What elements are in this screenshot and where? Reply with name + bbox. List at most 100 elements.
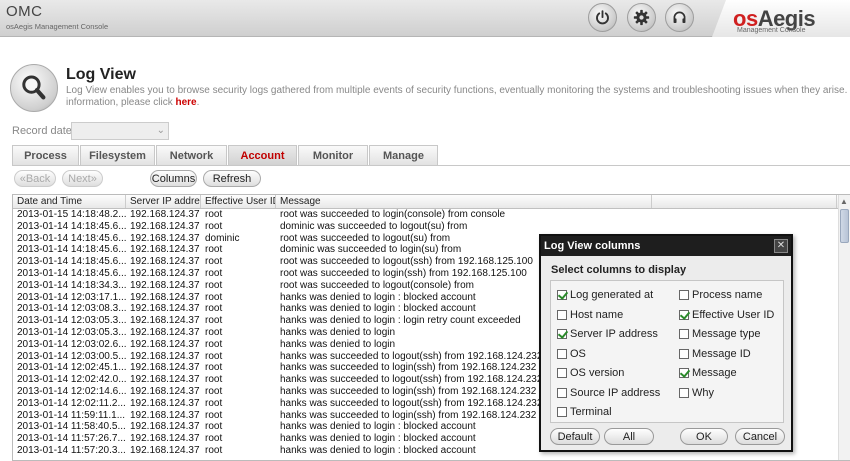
close-icon: ✕ xyxy=(776,240,786,251)
checkbox-host-name[interactable] xyxy=(557,309,567,320)
tab-manage[interactable]: Manage xyxy=(369,145,438,165)
table-cell: root xyxy=(205,315,223,327)
cancel-button[interactable]: Cancel xyxy=(735,428,785,445)
table-cell: 192.168.124.37 xyxy=(130,421,200,433)
record-date-select[interactable]: ⌄ xyxy=(71,122,169,140)
column-header-date[interactable]: Date and Time xyxy=(13,195,126,208)
table-cell: 192.168.124.37 xyxy=(130,374,200,386)
refresh-button[interactable]: Refresh xyxy=(203,170,261,187)
tab-process[interactable]: Process xyxy=(12,145,79,165)
table-cell: root xyxy=(205,350,223,362)
option-message[interactable]: Message xyxy=(679,367,737,379)
option-why[interactable]: Why xyxy=(679,387,714,399)
checkbox-effective-user-id[interactable] xyxy=(679,309,689,320)
checkbox-why[interactable] xyxy=(679,387,689,398)
option-label: Why xyxy=(692,386,714,399)
option-server-ip-address[interactable]: Server IP address xyxy=(557,328,658,340)
table-cell: 192.168.124.37 xyxy=(130,291,200,303)
table-cell: root xyxy=(205,338,223,350)
option-label: OS xyxy=(570,347,586,360)
option-effective-user-id[interactable]: Effective User ID xyxy=(679,309,774,321)
option-label: Process name xyxy=(692,289,763,301)
table-cell: root xyxy=(205,421,223,433)
option-source-ip-address[interactable]: Source IP address xyxy=(557,387,660,399)
power-button[interactable] xyxy=(588,3,617,32)
tab-network[interactable]: Network xyxy=(156,145,227,165)
table-cell: 192.168.124.37 xyxy=(130,267,200,279)
log-view-icon xyxy=(10,64,58,112)
table-cell: root xyxy=(205,256,223,268)
checkbox-process-name[interactable] xyxy=(679,290,689,300)
option-process-name[interactable]: Process name xyxy=(679,289,762,301)
all-button[interactable]: All xyxy=(604,428,654,445)
table-cell: 2013-01-14 12:02:45.1... xyxy=(17,362,126,374)
column-header-user-id[interactable]: Effective User ID xyxy=(201,195,276,208)
table-row[interactable]: 2013-01-14 14:18:45.6... 192.168.124.37 ro… xyxy=(13,221,850,233)
table-cell: 2013-01-14 12:03:00.5... xyxy=(17,350,126,362)
option-terminal[interactable]: Terminal xyxy=(557,406,612,418)
checkbox-server-ip-address[interactable] xyxy=(557,329,567,339)
checkbox-log-generated-at[interactable] xyxy=(557,290,567,300)
option-os[interactable]: OS xyxy=(557,348,586,360)
settings-button[interactable] xyxy=(627,3,656,32)
back-button[interactable]: «Back xyxy=(14,170,56,187)
table-row[interactable]: 2013-01-15 14:18:48.2... 192.168.124.37 ro… xyxy=(13,209,850,221)
table-cell: 2013-01-14 14:18:34.3... xyxy=(17,279,126,291)
table-cell: root xyxy=(205,374,223,386)
table-cell: root xyxy=(205,267,223,279)
record-date-label: Record date xyxy=(12,125,72,137)
table-cell: 192.168.124.37 xyxy=(130,362,200,374)
column-header-server-ip[interactable]: Server IP address xyxy=(126,195,201,208)
checkbox-source-ip-address[interactable] xyxy=(557,387,567,398)
option-message-type[interactable]: Message type xyxy=(679,328,760,340)
option-label: Effective User ID xyxy=(692,308,775,321)
tab-bar: Process Filesystem Network Account Monit… xyxy=(12,145,439,165)
magnifier-icon xyxy=(22,75,46,100)
checkbox-message-id[interactable] xyxy=(679,348,689,359)
table-cell: 192.168.124.37 xyxy=(130,232,200,244)
table-cell: root xyxy=(205,362,223,374)
tab-monitor[interactable]: Monitor xyxy=(298,145,368,165)
dialog-close-button[interactable]: ✕ xyxy=(774,239,788,253)
dialog-title-bar[interactable]: Log View columns ✕ xyxy=(541,236,791,256)
ok-button[interactable]: OK xyxy=(680,428,728,445)
next-button[interactable]: Next» xyxy=(62,170,103,187)
default-button[interactable]: Default xyxy=(550,428,600,445)
vertical-scrollbar[interactable]: ▲ xyxy=(838,195,850,460)
table-cell: 192.168.124.37 xyxy=(130,397,200,409)
table-cell xyxy=(652,221,837,233)
column-header-message[interactable]: Message xyxy=(276,195,652,208)
checkbox-message-type[interactable] xyxy=(679,329,689,339)
help-link[interactable]: here xyxy=(176,97,197,108)
checkbox-os[interactable] xyxy=(557,348,567,359)
page-description: Log View enables you to browse security … xyxy=(66,85,850,108)
table-cell: 2013-01-14 11:57:26.7... xyxy=(17,433,126,445)
checkbox-message[interactable] xyxy=(679,368,689,378)
tab-account[interactable]: Account xyxy=(228,145,297,165)
option-label: Server IP address xyxy=(570,328,658,340)
option-message-id[interactable]: Message ID xyxy=(679,348,751,360)
columns-button[interactable]: Columns xyxy=(150,170,197,187)
checkbox-os-version[interactable] xyxy=(557,368,567,378)
table-cell: root xyxy=(205,291,223,303)
scroll-up-icon[interactable]: ▲ xyxy=(840,197,848,206)
table-cell: 2013-01-14 12:02:42.0... xyxy=(17,374,126,386)
support-button[interactable] xyxy=(665,3,694,32)
table-cell: 192.168.124.37 xyxy=(130,409,200,421)
scrollbar-thumb[interactable] xyxy=(840,209,849,243)
log-view-columns-dialog: Log View columns ✕ Select columns to dis… xyxy=(539,234,793,452)
table-cell: 192.168.124.37 xyxy=(130,433,200,445)
dialog-body: Select columns to display Log generated … xyxy=(541,256,791,450)
table-cell: 2013-01-14 12:03:05.3... xyxy=(17,326,126,338)
tab-filesystem[interactable]: Filesystem xyxy=(80,145,155,165)
option-log-generated-at[interactable]: Log generated at xyxy=(557,289,653,301)
option-os-version[interactable]: OS version xyxy=(557,367,624,379)
table-cell: 2013-01-14 11:57:20.3... xyxy=(17,444,126,456)
table-cell xyxy=(652,209,837,221)
checkbox-terminal[interactable] xyxy=(557,407,567,417)
table-cell: root xyxy=(205,326,223,338)
table-cell: root xyxy=(205,244,223,256)
table-cell: 192.168.124.37 xyxy=(130,256,200,268)
option-host-name[interactable]: Host name xyxy=(557,309,623,321)
dialog-subtitle: Select columns to display xyxy=(551,264,687,276)
